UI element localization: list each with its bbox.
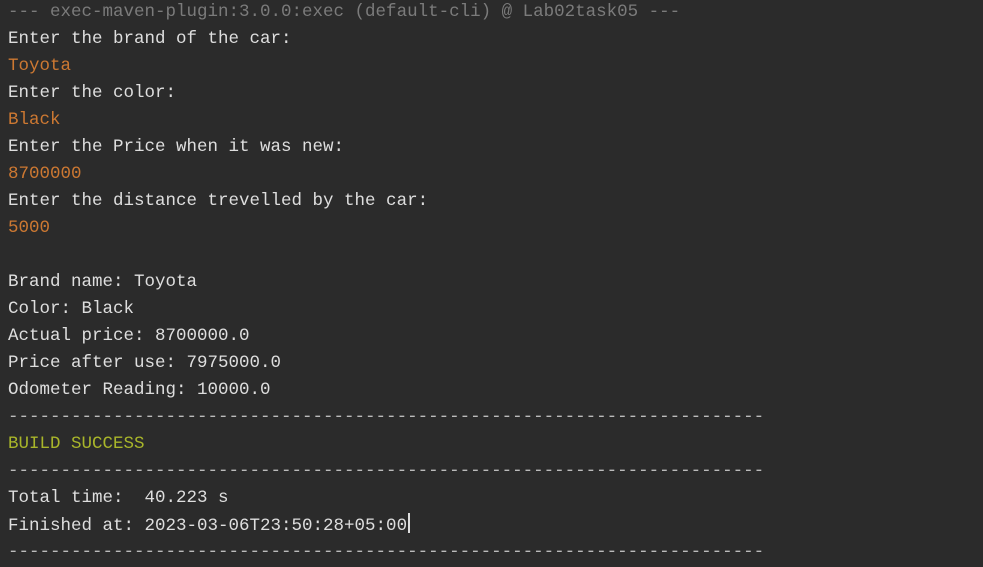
prompt-color: Enter the color: [8, 83, 177, 103]
console-output[interactable]: --- exec-maven-plugin:3.0.0:exec (defaul… [8, 0, 978, 562]
separator-line: ----------------------------------------… [8, 461, 765, 481]
separator-line: ----------------------------------------… [8, 542, 765, 562]
output-price-after-use: Price after use: 7975000.0 [8, 353, 282, 373]
output-color: Color: Black [8, 299, 135, 319]
input-price: 8700000 [8, 164, 82, 184]
total-time: Total time: 40.223 s [8, 488, 229, 508]
output-actual-price: Actual price: 8700000.0 [8, 326, 250, 346]
input-color: Black [8, 110, 61, 130]
output-brand-name: Brand name: Toyota [8, 272, 198, 292]
separator-line: ----------------------------------------… [8, 407, 765, 427]
text-caret [408, 513, 411, 533]
prompt-brand: Enter the brand of the car: [8, 29, 292, 49]
finished-at-line: Finished at: 2023-03-06T23:50:28+05:00 [8, 513, 978, 540]
finished-at: Finished at: 2023-03-06T23:50:28+05:00 [8, 516, 408, 536]
input-distance: 5000 [8, 218, 51, 238]
build-success-status: BUILD SUCCESS [8, 434, 145, 454]
input-brand: Toyota [8, 56, 72, 76]
prompt-distance: Enter the distance trevelled by the car: [8, 191, 429, 211]
output-odometer-reading: Odometer Reading: 10000.0 [8, 380, 271, 400]
prompt-price: Enter the Price when it was new: [8, 137, 345, 157]
maven-exec-header: --- exec-maven-plugin:3.0.0:exec (defaul… [8, 2, 681, 22]
